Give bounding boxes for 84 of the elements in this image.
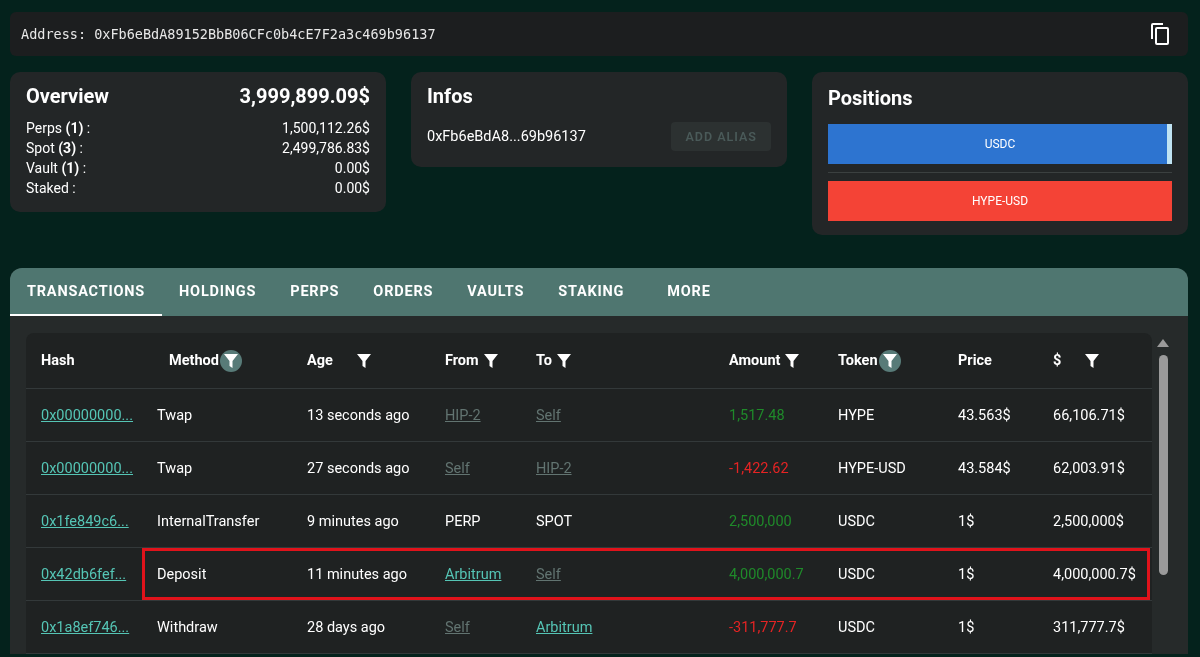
amount-cell: -311,777.7 [729, 618, 797, 636]
table-cell: 2,500,000$ [1053, 512, 1124, 530]
hash-link[interactable]: 0x00000000... [41, 459, 133, 477]
table-cell: 43.584$ [958, 459, 1011, 477]
tab[interactable]: ORDERS [356, 268, 451, 316]
table-cell: HYPE-USD [838, 459, 906, 477]
column-header: From [445, 352, 479, 369]
column-header: Hash [41, 352, 75, 369]
amount-cell: 2,500,000 [729, 512, 792, 530]
balance-value: 2,499,786.83$ [282, 139, 370, 158]
table-cell: USDC [838, 565, 875, 583]
filter-icon[interactable] [219, 349, 242, 372]
amount-cell: 1,517.48 [729, 406, 785, 424]
table-cell: 13 seconds ago [307, 406, 410, 424]
column-header: $ [1053, 352, 1062, 369]
table-cell: 1$ [958, 512, 975, 530]
table-cell: HYPE [838, 406, 875, 424]
scrollbar-thumb[interactable] [1158, 355, 1168, 575]
card-title: Positions [828, 86, 914, 110]
balance-label: Staked : [26, 179, 76, 198]
table-cell: 1$ [958, 565, 975, 583]
table-cell: SPOT [536, 512, 573, 530]
table-cell: Withdraw [157, 618, 218, 636]
table-cell: InternalTransfer [157, 512, 260, 530]
short-address: 0xFb6eBdA8...69b96137 [427, 128, 586, 145]
table-cell: USDC [838, 618, 875, 636]
table-cell: Deposit [157, 565, 207, 583]
tab[interactable]: MORE [650, 268, 728, 316]
column-header: Token [838, 352, 878, 369]
balance-value: 1,500,112.26$ [282, 119, 370, 138]
party-link[interactable]: Arbitrum [445, 565, 502, 583]
table-cell: 66,106.71$ [1053, 406, 1125, 424]
hash-link[interactable]: 0x42db6fef... [41, 565, 127, 583]
hash-link[interactable]: 0x1a8ef746... [41, 618, 130, 636]
table-cell: USDC [838, 512, 875, 530]
column-header: To [536, 352, 552, 369]
amount-cell: 4,000,000.7 [729, 565, 804, 583]
table-cell: 1$ [958, 618, 975, 636]
copy-icon[interactable] [1150, 22, 1170, 46]
balance-value: 0.00$ [334, 159, 370, 178]
tab[interactable]: VAULTS [450, 268, 542, 316]
balance-label: Perps (1) : [26, 119, 91, 138]
column-header: Method [169, 352, 219, 369]
filter-icon[interactable] [878, 349, 901, 372]
balance-value: 0.00$ [334, 179, 370, 198]
position-label: HYPE-USD [971, 194, 1029, 208]
column-header: Age [307, 352, 333, 369]
balance-label: Spot (3) : [26, 139, 83, 158]
scroll-up-arrow-icon[interactable] [1157, 339, 1169, 347]
party-link[interactable]: Arbitrum [536, 618, 593, 636]
card-title: Overview [26, 84, 109, 108]
party-link[interactable]: HIP-2 [536, 459, 572, 477]
column-header: Price [958, 352, 992, 369]
party-link[interactable]: HIP-2 [445, 406, 481, 424]
column-header: Amount [729, 352, 781, 369]
party-link[interactable]: Self [445, 459, 470, 477]
tab[interactable]: PERPS [273, 268, 357, 316]
party-link[interactable]: Self [536, 406, 561, 424]
tab[interactable]: TRANSACTIONS [10, 268, 163, 316]
table-cell: 28 days ago [307, 618, 386, 636]
hash-link[interactable]: 0x00000000... [41, 406, 133, 424]
table-cell: 43.563$ [958, 406, 1011, 424]
amount-cell: -1,422.62 [729, 459, 789, 477]
table-cell: 311,777.7$ [1053, 618, 1125, 636]
party-link[interactable]: Self [445, 618, 470, 636]
tab[interactable]: HOLDINGS [162, 268, 274, 316]
position-bar[interactable]: HYPE-USD [828, 181, 1172, 221]
card-title: Infos [427, 84, 473, 108]
tab[interactable]: STAKING [541, 268, 651, 316]
address-text: Address: 0xFb6eBdA89152BbB06CFc0b4cE7F2a3c469b96137 [21, 26, 436, 42]
table-cell: 9 minutes ago [307, 512, 399, 530]
position-bar[interactable]: USDC [828, 124, 1172, 164]
table-cell: 62,003.91$ [1053, 459, 1125, 477]
table-cell: PERP [445, 512, 481, 530]
table-cell: 11 minutes ago [307, 565, 407, 583]
table-cell: 4,000,000.7$ [1053, 565, 1136, 583]
position-label: USDC [984, 137, 1016, 151]
table-cell: Twap [157, 459, 193, 477]
balance-label: Vault (1) : [26, 159, 87, 178]
table-cell: 27 seconds ago [307, 459, 410, 477]
total-value: 3,999,899.09$ [239, 84, 370, 108]
party-link[interactable]: Self [536, 565, 561, 583]
table-cell: Twap [157, 406, 193, 424]
hash-link[interactable]: 0x1fe849c6... [41, 512, 129, 530]
